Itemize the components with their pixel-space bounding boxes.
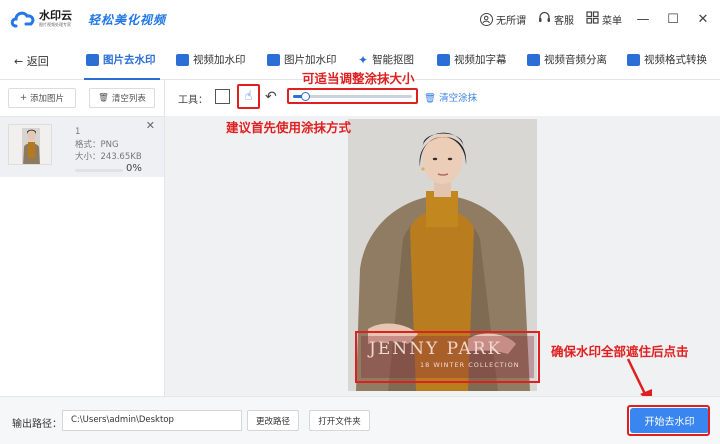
minimize-icon[interactable]: —	[634, 12, 652, 27]
tab-label: 图片去水印	[103, 54, 156, 66]
output-path-field[interactable]: C:\Users\admin\Desktop	[62, 410, 242, 431]
video-icon	[176, 53, 189, 66]
file-size: 大小：243.65KB	[75, 152, 142, 162]
progress-bar	[75, 169, 123, 172]
title-bar: 水印云 图片视频处理专家 轻松美化视频 无所谓 客服 菜单 — ☐ ✕	[0, 0, 720, 42]
list-item[interactable]: 1 格式：PNG 大小：243.65KB ✕ 0%	[0, 117, 164, 177]
progress-label: 0%	[126, 163, 142, 174]
annotation-slider-hint: 可适当调整涂抹大小	[302, 71, 415, 86]
user-account-button[interactable]: 无所谓	[480, 12, 526, 27]
user-icon	[480, 12, 493, 26]
app-logo: 水印云 图片视频处理专家	[10, 9, 72, 29]
tab-smart-cutout[interactable]: ✦ 智能抠图	[358, 52, 414, 67]
tab-video-subtitles[interactable]: 视频加字幕	[437, 52, 507, 67]
annotation-tool-hint: 建议首先使用涂抹方式	[226, 120, 352, 135]
brush-size-slider[interactable]	[287, 88, 418, 104]
add-image-label: 添加图片	[30, 94, 65, 104]
file-name: 1	[75, 127, 81, 137]
trash-icon: 🗑	[98, 93, 109, 103]
app-slogan: 轻松美化视频	[88, 13, 167, 27]
trash-icon: 🗑	[424, 93, 437, 104]
slider-handle[interactable]	[300, 92, 310, 101]
image-icon	[267, 53, 280, 66]
tab-label: 视频加水印	[193, 54, 246, 66]
frame-select-icon[interactable]	[215, 89, 230, 104]
add-image-button[interactable]: + 添加图片	[8, 88, 76, 108]
back-button[interactable]: ← 返回	[14, 53, 49, 69]
headset-icon	[538, 11, 551, 27]
tab-label: 视频音频分离	[544, 54, 607, 66]
file-format: 格式：PNG	[75, 139, 119, 150]
back-label: 返回	[26, 55, 49, 68]
watermark-selection-box: JENNY PARK 18 WINTER COLLECTION	[355, 331, 540, 383]
customer-service-label: 客服	[554, 15, 574, 27]
tab-label: 视频加字幕	[454, 54, 507, 66]
tab-image-watermark-removal[interactable]: 图片去水印	[86, 52, 156, 67]
menu-icon	[586, 11, 599, 27]
customer-service-button[interactable]: 客服	[538, 11, 574, 27]
edit-toolbar: 工具： ☝ ↶ 🗑 清空涂抹	[165, 80, 720, 116]
maximize-icon[interactable]: ☐	[664, 12, 682, 27]
user-name: 无所谓	[496, 15, 526, 27]
tab-video-format-conversion[interactable]: 视频格式转换	[627, 52, 707, 67]
change-path-button[interactable]: 更改路径	[247, 410, 299, 431]
hand-icon: ☝	[244, 89, 253, 104]
menu-button[interactable]: 菜单	[586, 11, 622, 27]
image-thumbnail	[8, 124, 52, 165]
convert-icon	[627, 53, 640, 66]
output-bar: 输出路径： C:\Users\admin\Desktop 更改路径 打开文件夹 …	[0, 396, 720, 444]
slider-track	[293, 92, 412, 101]
app-subtitle: 图片视频处理专家	[39, 22, 71, 27]
file-meta: 1 格式：PNG 大小：243.65KB	[75, 126, 142, 164]
clear-list-button[interactable]: 🗑 清空列表	[89, 88, 155, 108]
tab-image-add-watermark[interactable]: 图片加水印	[267, 52, 337, 67]
brush-tool-button[interactable]: ☝	[237, 84, 260, 109]
tool-label: 工具：	[178, 95, 208, 106]
watermark-title: JENNY PARK	[369, 339, 503, 359]
undo-icon[interactable]: ↶	[265, 89, 277, 105]
tab-video-add-watermark[interactable]: 视频加水印	[176, 52, 246, 67]
audio-icon	[527, 53, 540, 66]
close-icon[interactable]: ✕	[146, 119, 155, 132]
cloud-logo-icon	[10, 9, 36, 29]
clear-brush-button[interactable]: 🗑 清空涂抹	[424, 90, 477, 104]
magic-wand-icon: ✦	[358, 52, 369, 67]
clear-list-label: 清空列表	[111, 94, 146, 104]
subtitle-icon	[437, 53, 450, 66]
app-name: 水印云	[39, 9, 72, 22]
file-list-panel: + 添加图片 🗑 清空列表 1 格式：PNG 大小：243.65KB ✕ 0%	[0, 80, 165, 396]
tab-video-audio-separation[interactable]: 视频音频分离	[527, 52, 607, 67]
open-folder-button[interactable]: 打开文件夹	[309, 410, 370, 431]
close-icon[interactable]: ✕	[694, 12, 712, 27]
menu-label: 菜单	[602, 15, 622, 27]
arrow-left-icon: ←	[14, 55, 24, 68]
tab-label: 视频格式转换	[644, 54, 707, 66]
clear-brush-label: 清空涂抹	[439, 93, 478, 104]
tab-label: 智能抠图	[372, 54, 415, 66]
output-path-label: 输出路径：	[12, 419, 62, 430]
plus-icon: +	[19, 93, 28, 103]
watermark-subtitle: 18 WINTER COLLECTION	[420, 361, 520, 369]
image-icon	[86, 53, 99, 66]
start-button-highlight	[627, 405, 710, 436]
tab-label: 图片加水印	[284, 54, 337, 66]
